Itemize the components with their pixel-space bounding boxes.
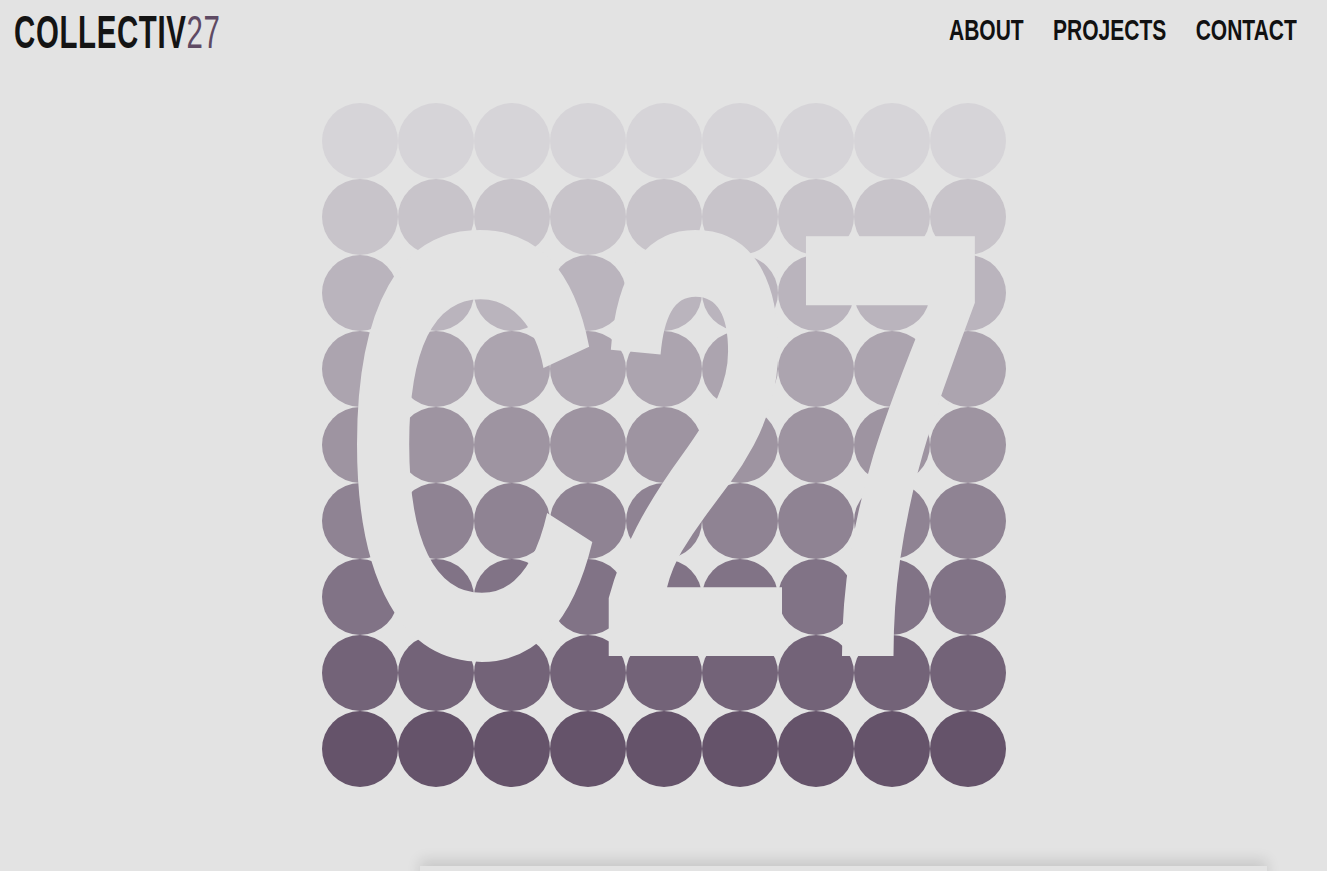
dot	[322, 635, 398, 711]
dot	[322, 179, 398, 255]
dot	[322, 331, 398, 407]
dot	[702, 483, 778, 559]
dot	[702, 635, 778, 711]
dot	[398, 179, 474, 255]
dot	[474, 635, 550, 711]
dot	[398, 711, 474, 787]
dot	[398, 635, 474, 711]
dot	[398, 559, 474, 635]
dot	[702, 407, 778, 483]
dot	[702, 331, 778, 407]
dot	[930, 179, 1006, 255]
dot	[474, 103, 550, 179]
dot	[398, 103, 474, 179]
dot	[626, 179, 702, 255]
content-card	[420, 866, 1267, 871]
dot	[930, 635, 1006, 711]
dot	[702, 559, 778, 635]
dot	[474, 559, 550, 635]
hero: C27	[0, 60, 1327, 787]
dot	[398, 483, 474, 559]
dot	[930, 559, 1006, 635]
logo-accent[interactable]: 27	[187, 6, 221, 58]
dot	[626, 635, 702, 711]
dot	[854, 407, 930, 483]
dot	[322, 255, 398, 331]
dot	[626, 255, 702, 331]
dot	[778, 559, 854, 635]
dot	[550, 331, 626, 407]
dot	[322, 559, 398, 635]
dot	[930, 407, 1006, 483]
dot	[854, 483, 930, 559]
dot	[778, 711, 854, 787]
dot	[626, 331, 702, 407]
dot	[626, 483, 702, 559]
dot	[550, 255, 626, 331]
dot	[626, 559, 702, 635]
site-header: COLLECTIV27 ABOUT PROJECTS CONTACT	[0, 0, 1327, 60]
dot	[398, 255, 474, 331]
dot	[778, 331, 854, 407]
dot	[702, 179, 778, 255]
dot	[778, 635, 854, 711]
dot	[854, 711, 930, 787]
dot	[930, 255, 1006, 331]
dot	[550, 407, 626, 483]
dot	[322, 407, 398, 483]
hero-graphic: C27	[322, 103, 1006, 787]
dot	[550, 635, 626, 711]
dot	[474, 331, 550, 407]
dot	[398, 407, 474, 483]
dot	[626, 407, 702, 483]
dot	[930, 711, 1006, 787]
dot	[778, 179, 854, 255]
nav-link[interactable]: ABOUT	[949, 12, 1024, 48]
dot	[322, 711, 398, 787]
dot	[550, 179, 626, 255]
dot	[322, 483, 398, 559]
dot	[854, 179, 930, 255]
dot	[550, 483, 626, 559]
dot	[778, 103, 854, 179]
dot	[854, 559, 930, 635]
dot	[550, 559, 626, 635]
dot	[626, 711, 702, 787]
dot	[550, 103, 626, 179]
dot	[930, 483, 1006, 559]
dot	[474, 255, 550, 331]
dot	[550, 711, 626, 787]
dot	[854, 635, 930, 711]
dot	[854, 255, 930, 331]
logo[interactable]: COLLECTIV27	[14, 8, 221, 56]
dot	[702, 711, 778, 787]
dot	[702, 255, 778, 331]
nav-link[interactable]: PROJECTS	[1053, 12, 1166, 48]
dot	[702, 103, 778, 179]
dot	[474, 407, 550, 483]
hero-overlay: C27	[322, 103, 1006, 787]
nav-link[interactable]: CONTACT	[1196, 12, 1297, 48]
dot	[930, 331, 1006, 407]
hero-title: C27	[342, 140, 985, 750]
main-nav: ABOUT PROJECTS CONTACT	[949, 12, 1297, 48]
dot	[778, 255, 854, 331]
logo-text[interactable]: COLLECTIV	[14, 6, 187, 58]
dot	[930, 103, 1006, 179]
dot	[854, 331, 930, 407]
dot	[474, 711, 550, 787]
dot	[322, 103, 398, 179]
dot	[778, 407, 854, 483]
dot	[398, 331, 474, 407]
dot	[854, 103, 930, 179]
dot	[474, 179, 550, 255]
dot	[474, 483, 550, 559]
dot-grid	[322, 103, 1006, 787]
dot	[626, 103, 702, 179]
dot	[778, 483, 854, 559]
